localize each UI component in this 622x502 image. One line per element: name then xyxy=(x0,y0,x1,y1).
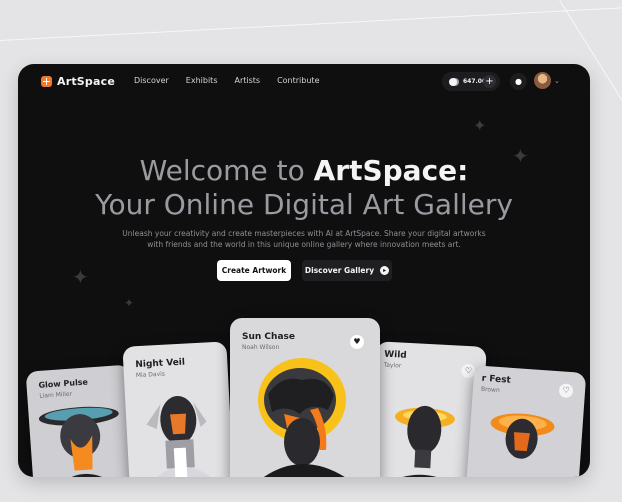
like-button[interactable]: ♥ xyxy=(350,335,364,349)
artwork-image xyxy=(146,396,218,477)
discover-gallery-label: Discover Gallery xyxy=(304,266,375,275)
artwork-image xyxy=(258,358,346,477)
logo-text: ArtSpace xyxy=(57,75,115,88)
points-balance: 647.00 + xyxy=(442,72,500,91)
logo[interactable]: ArtSpace xyxy=(41,75,115,88)
artwork-title: r Fest xyxy=(481,373,512,386)
nav-item-exhibits[interactable]: Exhibits xyxy=(186,76,218,85)
hero-title-brand: ArtSpace: xyxy=(313,154,469,187)
profile-menu[interactable]: ⌄ xyxy=(534,72,560,89)
heart-icon: ♡ xyxy=(464,365,473,376)
add-points-button[interactable]: + xyxy=(483,75,496,88)
artwork-image xyxy=(38,406,119,477)
hero-title-lead: Welcome to xyxy=(139,154,314,187)
nav-links: Discover Exhibits Artists Contribute xyxy=(134,76,319,85)
sparkle-icon: ✦ xyxy=(124,296,135,310)
artwork-title: Glow Pulse xyxy=(38,377,89,390)
artwork-artist: Taylor xyxy=(383,361,402,370)
notifications-button[interactable]: ● xyxy=(510,73,527,90)
like-button[interactable]: ♡ xyxy=(558,383,574,399)
artwork-card[interactable]: r Fest Brown ♡ xyxy=(465,365,587,477)
artwork-title: Night Veil xyxy=(135,357,186,371)
heart-icon: ♥ xyxy=(353,337,361,346)
chevron-down-icon: ⌄ xyxy=(554,76,560,85)
plus-icon: + xyxy=(485,76,494,87)
hero-title-line2: Your Online Digital Art Gallery xyxy=(95,188,513,221)
avatar xyxy=(534,72,551,89)
artwork-card[interactable]: Night Veil Mia Davis xyxy=(122,341,234,477)
sparkle-icon: ✦ xyxy=(72,265,89,289)
plus-square-icon xyxy=(41,76,52,87)
nav-item-contribute[interactable]: Contribute xyxy=(277,76,319,85)
nav-item-artists[interactable]: Artists xyxy=(234,76,260,85)
bell-icon: ● xyxy=(515,77,522,86)
create-artwork-label: Create Artwork xyxy=(221,266,287,275)
artwork-title: Sun Chase xyxy=(242,332,295,342)
artwork-artist: Brown xyxy=(480,385,500,395)
artwork-card-featured[interactable]: Sun Chase Noah Wilson ♥ xyxy=(230,318,380,477)
nav-item-discover[interactable]: Discover xyxy=(134,76,169,85)
sparkle-icon: ✦ xyxy=(473,116,487,135)
hero-subtitle: Unleash your creativity and create maste… xyxy=(122,229,486,249)
artwork-title: Wild xyxy=(383,349,407,361)
app-window: ArtSpace Discover Exhibits Artists Contr… xyxy=(18,64,590,477)
discover-gallery-button[interactable]: Discover Gallery ▸ xyxy=(302,260,392,281)
artwork-artist: Noah Wilson xyxy=(242,344,280,351)
hero-title: Welcome to ArtSpace: Your Online Digital… xyxy=(18,154,590,222)
artwork-image xyxy=(490,413,555,459)
arrow-right-icon: ▸ xyxy=(380,266,390,275)
create-artwork-button[interactable]: Create Artwork xyxy=(217,260,291,281)
artwork-card[interactable]: Glow Pulse Liam Miller xyxy=(25,364,139,477)
coin-icon xyxy=(449,77,457,86)
background-line xyxy=(0,6,622,41)
top-navigation: ArtSpace Discover Exhibits Artists Contr… xyxy=(18,64,590,100)
heart-icon: ♡ xyxy=(562,385,570,395)
